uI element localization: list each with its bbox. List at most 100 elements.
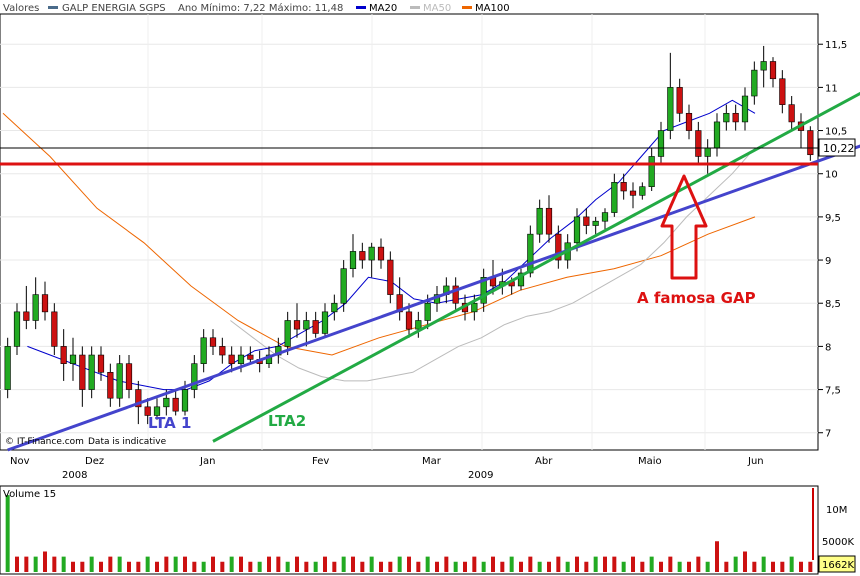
volume-last-label: 1662K [822,560,854,571]
valores-label: Valores [3,3,39,14]
volume-bar [341,556,346,572]
candle-body [769,61,777,80]
candle-body [657,130,665,157]
volume-tick-label: 5000K [822,537,854,548]
y-tick-label: 8 [825,342,831,353]
ma100-legend-swatch [462,6,472,9]
volume-bar [201,561,206,572]
candle-body [32,294,39,321]
volume-bar [668,556,673,572]
volume-bar [43,551,47,572]
volume-bar [33,556,38,572]
x-month-label: Maio [638,456,662,467]
chart-header: Valores GALP ENERGIA SGPS Ano Mínimo: 7,… [3,2,510,14]
candle-body [172,397,179,412]
y-tick-label: 11 [825,83,838,94]
candle-body [788,104,795,123]
candle-body [13,311,21,347]
volume-bar [649,556,654,572]
candle-body [685,112,693,131]
candle-body [405,311,413,330]
volume-bar [15,556,19,572]
candle-body [424,302,431,321]
candle-body [209,337,217,347]
volume-bar [425,556,430,572]
candle-body [545,207,553,235]
candle-body [760,61,767,71]
candle-body [331,302,338,313]
candle-body [69,354,77,364]
volume-bar [481,561,486,572]
volume-bar [724,561,729,572]
volume-bar [612,556,617,572]
volume-bar [164,556,169,572]
ma50-legend-swatch [410,6,420,9]
volume-bar [52,556,57,572]
candle-body [23,311,30,321]
candle-body [4,346,11,390]
volume-title: Volume 15 [3,489,56,500]
volume-bar [229,556,234,572]
lta2-annotation: LTA2 [268,412,306,430]
candle-body [611,182,618,213]
volume-bar [463,561,467,572]
volume-bar [248,561,253,572]
x-year-label: 2009 [468,470,493,481]
volume-bar [136,561,141,572]
volume-bar [519,561,523,572]
candle-body [359,251,366,261]
volume-bar [780,561,785,572]
candle-body [779,78,786,105]
source-credit: © IT-Finance.com [5,437,84,447]
volume-bar [192,561,197,572]
ma20-legend-label: MA20 [369,3,397,14]
volume-bar [715,541,719,572]
y-tick-label: 9,5 [825,213,841,224]
x-month-label: Fev [312,456,329,467]
gap-annotation: A famosa GAP [637,289,756,307]
volume-bar [491,556,495,572]
candle-body [349,251,357,269]
candle-body [340,268,347,304]
volume-bar [145,556,150,572]
candle-body [713,121,721,149]
candle-body [695,130,702,157]
candle-body [751,69,758,97]
candle-body [471,302,478,313]
candle-body [527,233,534,274]
candle-body [415,320,422,330]
volume-bar [687,561,691,572]
candle-body [321,311,329,334]
volume-bar [453,561,458,572]
candle-body [181,389,189,412]
volume-bar [584,561,589,572]
candle-body [704,147,711,157]
chart-title: GALP ENERGIA SGPS [62,3,166,14]
candle-body [116,363,123,399]
candle-body [592,220,599,226]
candle-body [601,212,609,222]
candle-body [79,354,86,390]
x-month-label: Jun [747,456,764,467]
candle-body [284,320,291,347]
candle-body [88,354,95,390]
volume-bar [565,561,570,572]
candle-body [107,371,114,399]
candle-body [807,130,814,156]
volume-bar [743,551,747,572]
candle-body [583,216,590,226]
candle-body [732,112,739,123]
candle-body [368,246,375,261]
volume-bar [360,561,365,572]
volume-bar [621,561,626,572]
x-month-label: Abr [535,456,553,467]
volume-bar [397,556,402,572]
volume-bar [659,561,663,572]
candle-body [219,346,226,356]
volume-bar [799,561,803,572]
current-price-label: 10,22 [823,142,855,155]
volume-bar [435,561,439,572]
candle-body [667,87,674,131]
volume-bar [80,561,85,572]
volume-bar [239,556,243,572]
